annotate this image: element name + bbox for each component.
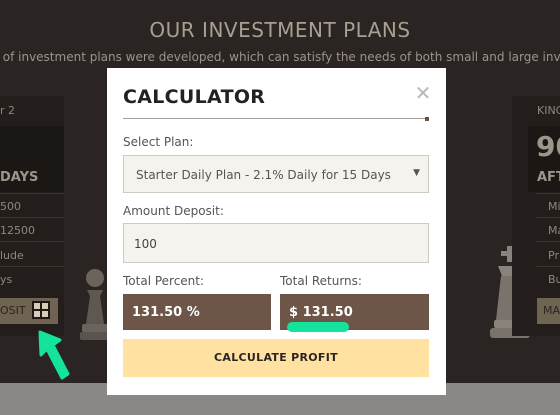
- title-divider-accent: [425, 117, 429, 121]
- plan-card-right-name: KING: [537, 104, 560, 117]
- annotation-highlight: [287, 322, 349, 332]
- section-heading: OUR INVESTMENT PLANS: [149, 18, 411, 42]
- amount-deposit-value: 100: [134, 237, 157, 251]
- plan-card-right-row: Pr: [548, 249, 559, 262]
- title-divider: [123, 118, 429, 119]
- total-percent-value: 131.50 %: [132, 305, 200, 320]
- plan-card-left-name: r 2: [0, 104, 16, 117]
- section-subtitle: r of investment plans were developed, wh…: [0, 50, 560, 64]
- amount-deposit-input[interactable]: 100: [123, 223, 429, 263]
- divider: [0, 193, 64, 194]
- divider: [536, 266, 560, 267]
- annotation-arrow-icon: [38, 330, 70, 380]
- divider: [536, 217, 560, 218]
- plan-card-right-rate: 90: [536, 130, 560, 163]
- select-plan-label: Select Plan:: [123, 135, 194, 149]
- deposit-button-left-label: OSIT: [0, 304, 26, 317]
- plan-select-value: Starter Daily Plan - 2.1% Daily for 15 D…: [136, 168, 391, 182]
- plan-card-left-row: lude: [0, 249, 24, 262]
- plan-select[interactable]: Starter Daily Plan - 2.1% Daily for 15 D…: [123, 155, 429, 193]
- divider: [0, 241, 64, 242]
- divider: [536, 241, 560, 242]
- chess-pawn-icon: [80, 269, 110, 340]
- plan-card-left-row: 500: [0, 200, 21, 213]
- divider: [536, 193, 560, 194]
- plan-card-left-term: DAYS: [0, 170, 39, 185]
- total-returns-value: $ 131.50: [289, 305, 353, 320]
- chevron-down-icon: ▼: [413, 168, 420, 178]
- plan-card-right-row: Bu: [548, 273, 560, 286]
- modal-title: CALCULATOR: [123, 86, 266, 108]
- deposit-button-right[interactable]: MA: [537, 298, 560, 324]
- total-percent-output: 131.50 %: [123, 294, 271, 330]
- calculator-modal: CALCULATOR ✕ Select Plan: Starter Daily …: [107, 68, 446, 395]
- amount-deposit-label: Amount Deposit:: [123, 204, 224, 218]
- divider: [0, 266, 64, 267]
- plan-card-left-row: 12500: [0, 224, 35, 237]
- plan-card-left-row: ys: [0, 273, 13, 286]
- plan-card-right-row: Mi: [548, 200, 560, 213]
- plan-card-right-term: AFT: [537, 170, 560, 185]
- close-icon[interactable]: ✕: [412, 82, 434, 104]
- divider: [0, 217, 64, 218]
- calculator-icon[interactable]: [31, 300, 51, 320]
- total-returns-label: Total Returns:: [280, 274, 362, 288]
- calculate-profit-label: CALCULATE PROFIT: [214, 351, 338, 364]
- calculate-profit-button[interactable]: CALCULATE PROFIT: [123, 339, 429, 377]
- total-percent-label: Total Percent:: [123, 274, 205, 288]
- plan-card-right-row: Ma: [548, 224, 560, 237]
- deposit-button-right-label: MA: [543, 304, 560, 317]
